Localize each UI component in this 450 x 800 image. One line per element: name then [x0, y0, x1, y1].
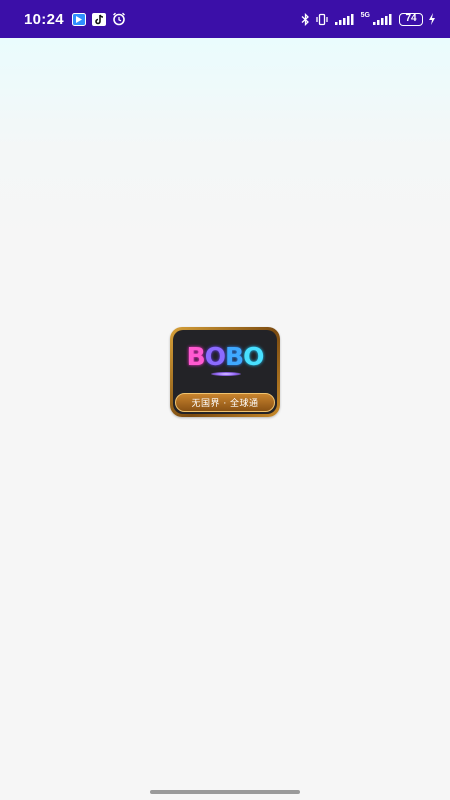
signal-icon [334, 13, 356, 25]
logo-letter: B [186, 342, 206, 371]
logo-letter: B [225, 342, 244, 371]
system-status-icons: 5G 74 [301, 11, 436, 26]
notification-icons [71, 12, 126, 26]
app-notification-icon [71, 12, 86, 26]
home-indicator[interactable] [150, 790, 300, 794]
charging-icon [428, 13, 436, 25]
logo-wordmark: BOBO [173, 344, 277, 369]
app-logo-tile: BOBO 无国界 · 全球通 [173, 330, 277, 414]
logo-letter: O [243, 342, 264, 371]
network-type-label: 5G [360, 11, 370, 19]
app-logo: BOBO 无国界 · 全球通 [170, 327, 280, 417]
bluetooth-icon [301, 12, 310, 26]
battery-level: 74 [405, 13, 417, 24]
logo-glow [211, 372, 241, 376]
logo-tagline-banner: 无国界 · 全球通 [175, 393, 275, 412]
logo-tagline: 无国界 · 全球通 [191, 399, 259, 409]
status-bar: 10:24 5G 74 [0, 0, 450, 38]
signal-icon [372, 13, 394, 25]
logo-letter: O [204, 342, 226, 371]
status-time: 10:24 [24, 10, 64, 28]
splash-screen [0, 38, 450, 800]
vibrate-icon [315, 13, 329, 26]
alarm-clock-icon [112, 12, 126, 26]
battery-icon: 74 [399, 12, 423, 26]
tiktok-icon [91, 12, 106, 26]
